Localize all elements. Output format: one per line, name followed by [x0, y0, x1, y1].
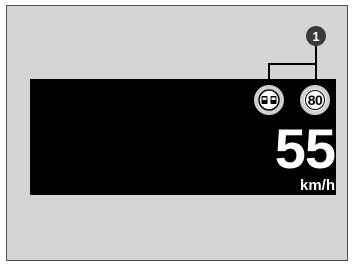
current-speed: 55 [274, 117, 336, 180]
no-overtaking-sign-icon [254, 85, 284, 115]
speed-limit-sign-icon: 80 [300, 85, 330, 115]
speed-limit-value: 80 [305, 90, 325, 110]
speed-unit: km/h [299, 177, 335, 194]
callout-bracket-horizontal [268, 63, 317, 65]
callout-bracket-vertical [315, 46, 317, 64]
callout-marker: 1 [306, 26, 326, 46]
callout-bracket-left-drop [268, 63, 270, 85]
callout-bracket-right-drop [315, 63, 317, 85]
